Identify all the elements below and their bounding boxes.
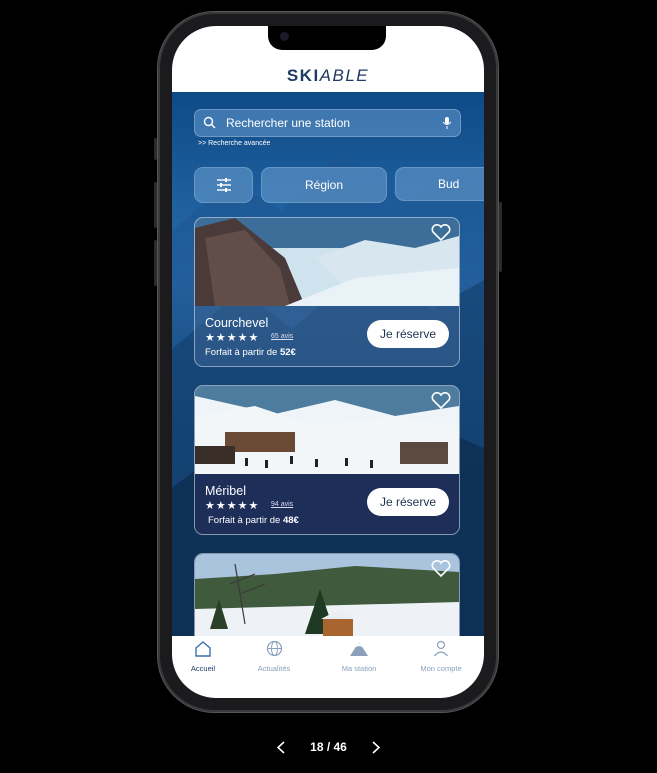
station-name: Méribel [205, 484, 246, 498]
station-info: Méribel ★★★★★ 94 avis Forfait à partir d… [195, 474, 459, 534]
home-content[interactable]: Rechercher une station >> Recherche avan… [172, 92, 484, 636]
station-card[interactable]: Méribel ★★★★★ 94 avis Forfait à partir d… [194, 385, 460, 535]
globe-icon [266, 640, 282, 657]
previous-slide-icon[interactable] [276, 741, 285, 754]
reviews-link[interactable]: 94 avis [271, 501, 293, 508]
station-name: Courchevel [205, 316, 269, 330]
favorite-heart-icon[interactable] [431, 392, 451, 410]
volume-down-button [154, 240, 157, 286]
slide-pager: 18 / 46 [0, 740, 657, 754]
app-logo: SKIABLE [286, 66, 370, 85]
tab-accueil[interactable]: Accueil [172, 640, 239, 673]
mountain-icon [350, 642, 368, 656]
station-card[interactable] [194, 553, 460, 636]
camera-icon [280, 32, 289, 41]
favorite-heart-icon[interactable] [431, 224, 451, 242]
price-text: Forfait à partir de 48€ [208, 515, 299, 526]
microphone-icon[interactable] [442, 116, 452, 130]
notch [268, 26, 386, 50]
tab-ma-station[interactable]: Ma station [323, 640, 395, 673]
station-photo [195, 386, 459, 474]
station-card[interactable]: Courchevel ★★★★★ 65 avis Forfait à parti… [194, 217, 460, 367]
phone-screen: SKIABLE Rechercher une station >> Recher… [172, 26, 484, 698]
filter-chip-budget[interactable]: Bud [395, 167, 484, 201]
favorite-heart-icon[interactable] [431, 560, 451, 578]
book-button[interactable]: Je réserve [367, 488, 449, 516]
rating-stars: ★★★★★ [205, 500, 260, 512]
search-icon [203, 116, 216, 129]
tab-mon-compte[interactable]: Mon compte [405, 640, 477, 673]
bottom-tab-bar: Accueil Actualités Ma station Mon compte [172, 636, 484, 698]
advanced-search-link[interactable]: >> Recherche avancée [198, 140, 270, 147]
search-input[interactable]: Rechercher une station [226, 116, 350, 130]
filter-settings-button[interactable] [194, 167, 253, 203]
silent-switch [154, 138, 157, 160]
user-icon [434, 640, 448, 657]
sliders-icon [216, 178, 231, 192]
tab-actualites[interactable]: Actualités [238, 640, 310, 673]
filter-chip-region[interactable]: Région [261, 167, 387, 203]
price-text: Forfait à partir de 52€ [205, 347, 296, 358]
reviews-link[interactable]: 65 avis [271, 333, 293, 340]
search-bar[interactable]: Rechercher une station [194, 109, 461, 137]
home-icon [195, 641, 211, 657]
rating-stars: ★★★★★ [205, 332, 260, 344]
page-counter: 18 / 46 [310, 740, 347, 754]
next-slide-icon[interactable] [372, 741, 381, 754]
station-photo [195, 218, 459, 306]
phone-frame: SKIABLE Rechercher une station >> Recher… [154, 12, 502, 712]
station-photo [195, 554, 459, 636]
book-button[interactable]: Je réserve [367, 320, 449, 348]
station-info: Courchevel ★★★★★ 65 avis Forfait à parti… [195, 306, 459, 366]
power-button [499, 202, 502, 272]
volume-up-button [154, 182, 157, 228]
